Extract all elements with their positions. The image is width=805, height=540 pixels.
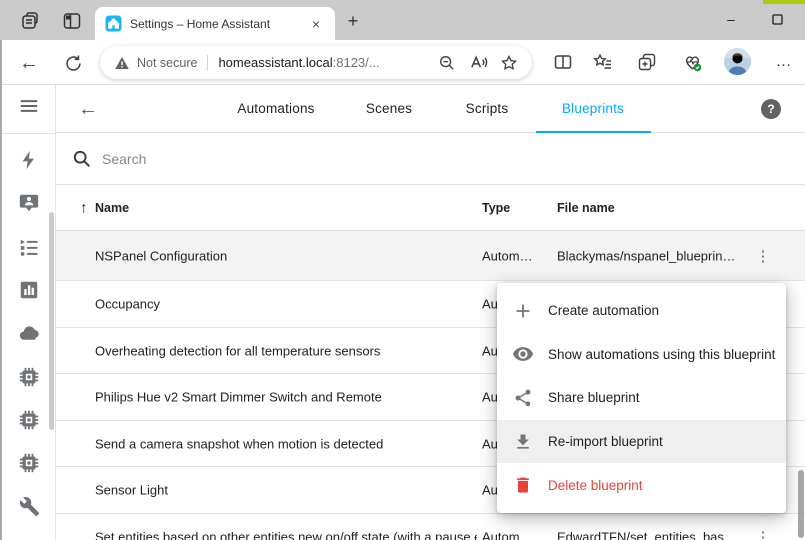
browser-menu-icon[interactable]: … (771, 49, 797, 75)
home-assistant-favicon (105, 15, 122, 32)
search-icon (72, 149, 92, 169)
search-input[interactable] (102, 151, 402, 167)
new-tab-button[interactable]: + (341, 9, 365, 33)
tab-title: Settings – Home Assistant (130, 17, 307, 31)
tab-blueprints[interactable]: Blueprints (562, 101, 624, 116)
row-type: Autom… (482, 248, 533, 263)
favorites-icon[interactable] (590, 49, 616, 75)
sidebar-logbook-icon[interactable] (17, 235, 41, 259)
sidebar-scrollbar[interactable] (49, 212, 54, 430)
collections-icon[interactable] (634, 49, 660, 75)
menu-item-label: Delete blueprint (548, 478, 643, 493)
eye-icon (511, 342, 535, 366)
sidebar-energy-icon[interactable] (17, 148, 41, 172)
row-name: NSPanel Configuration (95, 248, 227, 263)
row-name: Sensor Light (95, 483, 168, 498)
split-screen-icon[interactable] (550, 49, 576, 75)
tab-automations[interactable]: Automations (237, 101, 314, 116)
workspaces-icon[interactable] (17, 8, 43, 34)
trash-icon (511, 473, 535, 497)
blueprint-context-menu: Create automation Show automations using… (497, 283, 786, 513)
menu-item-reimport-blueprint[interactable]: Re-import blueprint (497, 420, 786, 464)
row-file: EdwardTFN/set_entities_bas… (557, 530, 737, 540)
tab-scripts[interactable]: Scripts (466, 101, 509, 116)
tab-scenes[interactable]: Scenes (366, 101, 412, 116)
table-row[interactable]: NSPanel Configuration Autom… Blackymas/n… (56, 231, 805, 281)
search-row (56, 133, 805, 185)
sort-ascending-icon[interactable]: ↑ (80, 199, 88, 216)
window-minimize-button[interactable]: – (710, 0, 752, 38)
ha-header: ← Automations Scenes Scripts Blueprints … (56, 85, 805, 133)
menu-item-share-blueprint[interactable]: Share blueprint (497, 376, 786, 420)
row-name: Set entities based on other entities new… (95, 530, 477, 540)
sidebar-history-icon[interactable] (17, 278, 41, 302)
browser-window: Settings – Home Assistant × + – ← (0, 0, 805, 540)
row-name: Overheating detection for all temperatur… (95, 343, 380, 358)
sidebar-divider (0, 133, 55, 134)
sidebar-chip-icon-3[interactable] (17, 451, 41, 475)
menu-item-label: Show automations using this blueprint (548, 347, 775, 362)
browser-titlebar: Settings – Home Assistant × + – (0, 0, 805, 40)
url-path[interactable]: :8123/... (333, 55, 380, 70)
sidebar-map-icon[interactable] (17, 191, 41, 215)
read-aloud-icon[interactable] (467, 52, 489, 74)
page-scrollbar[interactable] (798, 470, 804, 538)
download-icon (511, 430, 535, 454)
column-type[interactable]: Type (482, 201, 510, 215)
browser-toolbar: ← Not secure homeassistant.local :8123/.… (0, 40, 805, 85)
tab-close-icon[interactable]: × (307, 15, 325, 33)
share-icon (511, 386, 535, 410)
browser-tab[interactable]: Settings – Home Assistant × (95, 7, 335, 40)
url-host[interactable]: homeassistant.local (218, 55, 332, 70)
menu-item-label: Share blueprint (548, 390, 640, 405)
security-label[interactable]: Not secure (137, 56, 197, 70)
ha-sidebar (0, 85, 56, 540)
profile-avatar[interactable] (724, 48, 751, 75)
sidebar-cloud-icon[interactable] (17, 321, 41, 345)
not-secure-warning-icon (114, 55, 130, 71)
help-icon[interactable]: ? (761, 99, 781, 119)
table-header: ↑ Name Type File name (56, 185, 805, 231)
browser-back-icon[interactable]: ← (16, 50, 42, 76)
address-divider (207, 55, 208, 71)
table-row[interactable]: Set entities based on other entities new… (56, 514, 805, 540)
window-maximize-button[interactable] (756, 0, 798, 38)
tab-actions-icon[interactable] (59, 8, 85, 34)
favorite-star-icon[interactable] (498, 52, 520, 74)
sidebar-wrench-icon[interactable] (17, 494, 41, 518)
sidebar-chip-icon-1[interactable] (17, 365, 41, 389)
row-name: Philips Hue v2 Smart Dimmer Switch and R… (95, 390, 382, 405)
menu-item-label: Re-import blueprint (548, 434, 663, 449)
address-bar[interactable]: Not secure homeassistant.local :8123/... (100, 46, 532, 79)
menu-item-create-automation[interactable]: Create automation (497, 289, 786, 333)
menu-item-delete-blueprint[interactable]: Delete blueprint (497, 463, 786, 507)
ha-back-icon[interactable]: ← (76, 97, 100, 121)
ha-main: ← Automations Scenes Scripts Blueprints … (56, 85, 805, 540)
row-name: Send a camera snapshot when motion is de… (95, 436, 383, 451)
row-file: Blackymas/nspanel_blueprin… (557, 248, 735, 263)
sidebar-menu-icon[interactable] (17, 94, 41, 118)
refresh-icon[interactable] (60, 50, 86, 76)
screen-edge-artifact (763, 0, 805, 4)
row-overflow-icon[interactable]: ⋮ (753, 526, 773, 540)
window-left-edge (0, 40, 2, 540)
zoom-out-icon[interactable] (436, 52, 458, 74)
sidebar-chip-icon-2[interactable] (17, 408, 41, 432)
menu-item-show-automations[interactable]: Show automations using this blueprint (497, 333, 786, 377)
row-type: Autom… (482, 530, 533, 540)
menu-item-label: Create automation (548, 303, 659, 318)
row-name: Occupancy (95, 297, 160, 312)
plus-icon (511, 299, 535, 323)
column-file-name[interactable]: File name (557, 201, 615, 215)
row-overflow-icon[interactable]: ⋮ (753, 245, 773, 267)
browser-essentials-icon[interactable] (679, 49, 705, 75)
column-name[interactable]: Name (95, 201, 129, 215)
